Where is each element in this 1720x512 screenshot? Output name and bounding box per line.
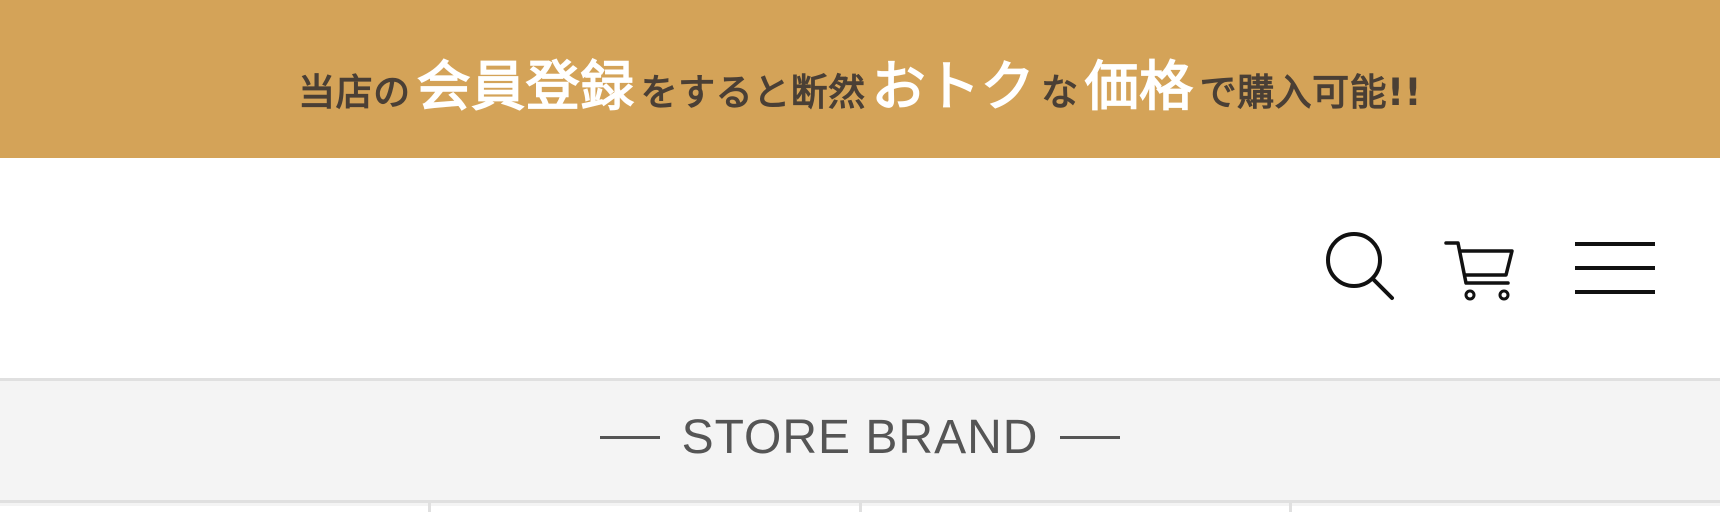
promo-segment: 当店の	[298, 70, 411, 114]
heading-dash-left	[599, 435, 660, 439]
brand-grid-top-edge	[0, 500, 1720, 512]
search-button[interactable]	[1322, 230, 1402, 306]
promo-segment-highlight: 価格	[1084, 54, 1194, 118]
brand-grid-cell[interactable]	[862, 503, 1293, 512]
cart-icon	[1444, 241, 1514, 301]
hamburger-menu-icon	[1575, 242, 1655, 294]
promo-text: 当店の 会員登録 をすると断然 おトク な 価格 で購入可能!!	[298, 42, 1422, 121]
heading-dash-right	[1060, 435, 1121, 439]
store-brand-section: STORE BRAND	[0, 377, 1720, 512]
menu-button[interactable]	[1570, 230, 1660, 306]
section-heading: STORE BRAND	[0, 377, 1720, 497]
promo-segment-highlight: おトク	[871, 54, 1036, 118]
promo-segment: をすると断然	[640, 70, 866, 114]
promo-segment-highlight: 会員登録	[416, 54, 635, 118]
brand-grid-cell[interactable]	[1292, 503, 1720, 512]
cart-button[interactable]	[1438, 230, 1518, 306]
brand-grid-cell[interactable]	[431, 503, 862, 512]
section-title: STORE BRAND	[681, 410, 1039, 464]
brand-grid-cell[interactable]	[0, 503, 431, 512]
promo-banner[interactable]: 当店の 会員登録 をすると断然 おトク な 価格 で購入可能!!	[0, 0, 1720, 158]
promo-segment: で購入可能!!	[1199, 70, 1422, 114]
site-header	[0, 158, 1720, 378]
search-icon	[1326, 232, 1394, 300]
promo-segment: な	[1041, 70, 1079, 114]
